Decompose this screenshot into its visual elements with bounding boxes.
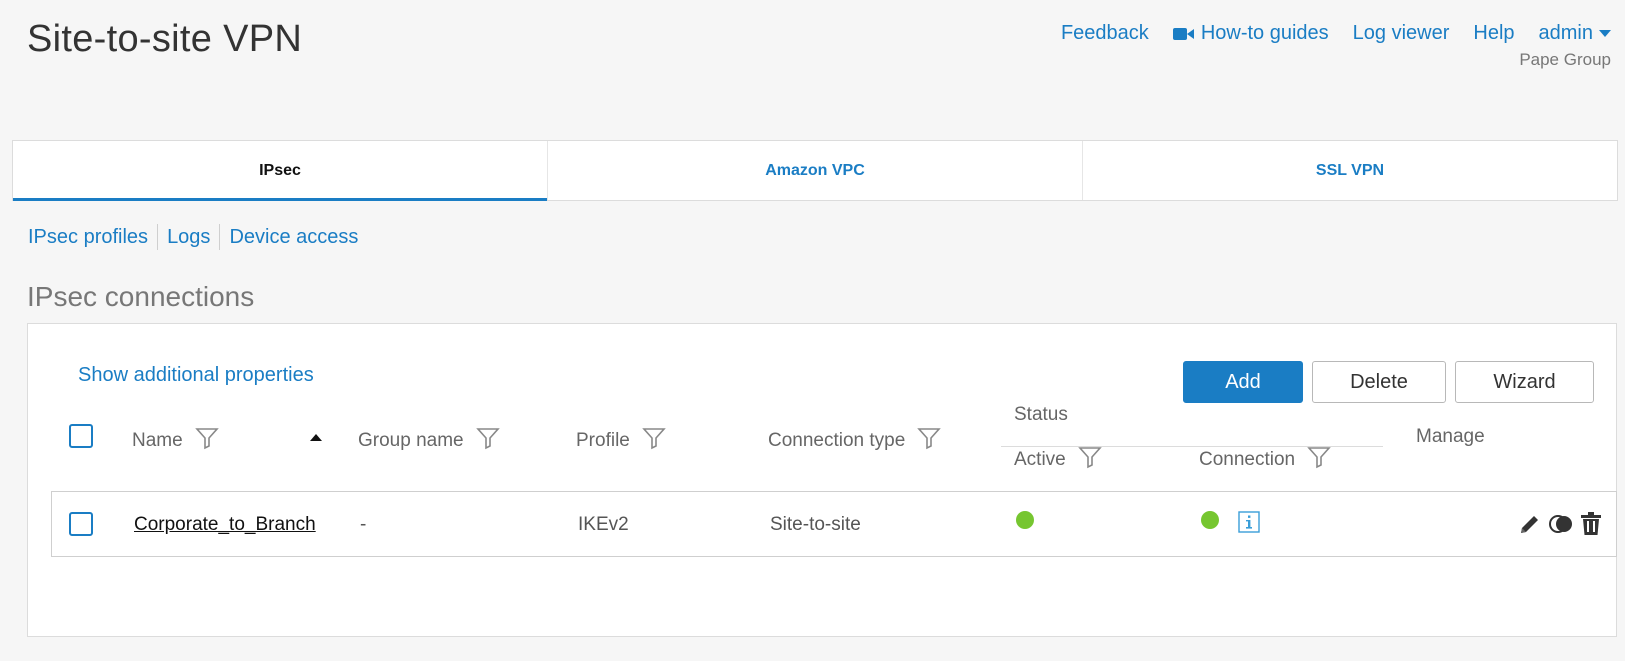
select-all-checkbox[interactable] [69, 424, 93, 448]
log-viewer-link[interactable]: Log viewer [1353, 22, 1450, 45]
header-name: Name [132, 426, 219, 456]
info-icon[interactable] [1238, 511, 1260, 538]
filter-icon[interactable] [1077, 445, 1102, 475]
header-active: Active [1014, 445, 1102, 475]
top-nav: Feedback How-to guides Log viewer Help a… [1061, 22, 1611, 45]
show-additional-properties-link[interactable]: Show additional properties [78, 364, 314, 387]
header-manage-label: Manage [1416, 426, 1485, 447]
filter-icon[interactable] [475, 426, 500, 456]
header-manage: Manage [1416, 426, 1485, 448]
header-group-label: Group name [358, 430, 464, 451]
admin-label: admin [1538, 22, 1593, 44]
logs-link[interactable]: Logs [157, 224, 219, 250]
tab-amazon-vpc[interactable]: Amazon VPC [548, 141, 1083, 200]
header-connection: Connection [1199, 445, 1331, 475]
action-buttons: Add Delete Wizard [1183, 361, 1594, 403]
add-button[interactable]: Add [1183, 361, 1303, 403]
admin-menu[interactable]: admin [1539, 22, 1611, 45]
page-title: Site-to-site VPN [27, 18, 303, 60]
video-camera-icon [1172, 27, 1195, 41]
tab-ssl-vpn[interactable]: SSL VPN [1083, 141, 1617, 200]
connections-panel: Show additional properties Add Delete Wi… [27, 323, 1617, 637]
header-profile: Profile [576, 426, 666, 456]
sub-navigation: IPsec profiles Logs Device access [28, 224, 367, 250]
edit-icon[interactable] [1518, 512, 1542, 536]
feedback-link[interactable]: Feedback [1061, 22, 1149, 45]
header-profile-label: Profile [576, 430, 630, 451]
howto-guides-label: How-to guides [1200, 22, 1329, 44]
connection-status-dot[interactable] [1201, 511, 1219, 529]
row-checkbox[interactable] [69, 512, 93, 536]
filter-icon[interactable] [194, 426, 219, 456]
sort-asc-icon[interactable] [310, 434, 322, 441]
header-name-label: Name [132, 430, 183, 451]
table-row: Corporate_to_Branch - IKEv2 Site-to-site [51, 491, 1617, 557]
tab-bar: IPsec Amazon VPC SSL VPN [12, 140, 1618, 201]
header-group-name: Group name [358, 426, 500, 456]
howto-guides-link[interactable]: How-to guides [1172, 22, 1329, 45]
profile-value: IKEv2 [578, 514, 629, 535]
filter-icon[interactable] [642, 426, 666, 456]
help-link[interactable]: Help [1473, 22, 1514, 45]
organization-name: Pape Group [1519, 50, 1611, 69]
header-connection-label: Connection [1199, 449, 1296, 470]
filter-icon[interactable] [1307, 445, 1331, 475]
header-status: Status [1014, 404, 1068, 426]
chevron-down-icon [1599, 30, 1611, 37]
header-status-label: Status [1014, 404, 1068, 425]
trash-icon[interactable] [1580, 512, 1602, 536]
connection-name-link[interactable]: Corporate_to_Branch [134, 514, 316, 536]
ipsec-profiles-link[interactable]: IPsec profiles [28, 224, 157, 250]
filter-icon[interactable] [917, 426, 942, 456]
toggle-icon[interactable] [1548, 512, 1574, 536]
header-conn-type-label: Connection type [768, 430, 906, 451]
group-name-value: - [360, 514, 367, 535]
delete-button[interactable]: Delete [1312, 361, 1446, 403]
device-access-link[interactable]: Device access [219, 224, 367, 250]
connection-type-value: Site-to-site [770, 514, 861, 535]
tab-ipsec[interactable]: IPsec [13, 141, 548, 201]
header-active-label: Active [1014, 449, 1066, 470]
wizard-button[interactable]: Wizard [1455, 361, 1594, 403]
manage-actions [1518, 512, 1602, 536]
header-connection-type: Connection type [768, 426, 942, 456]
active-status-dot[interactable] [1016, 511, 1034, 529]
section-title: IPsec connections [27, 281, 255, 312]
